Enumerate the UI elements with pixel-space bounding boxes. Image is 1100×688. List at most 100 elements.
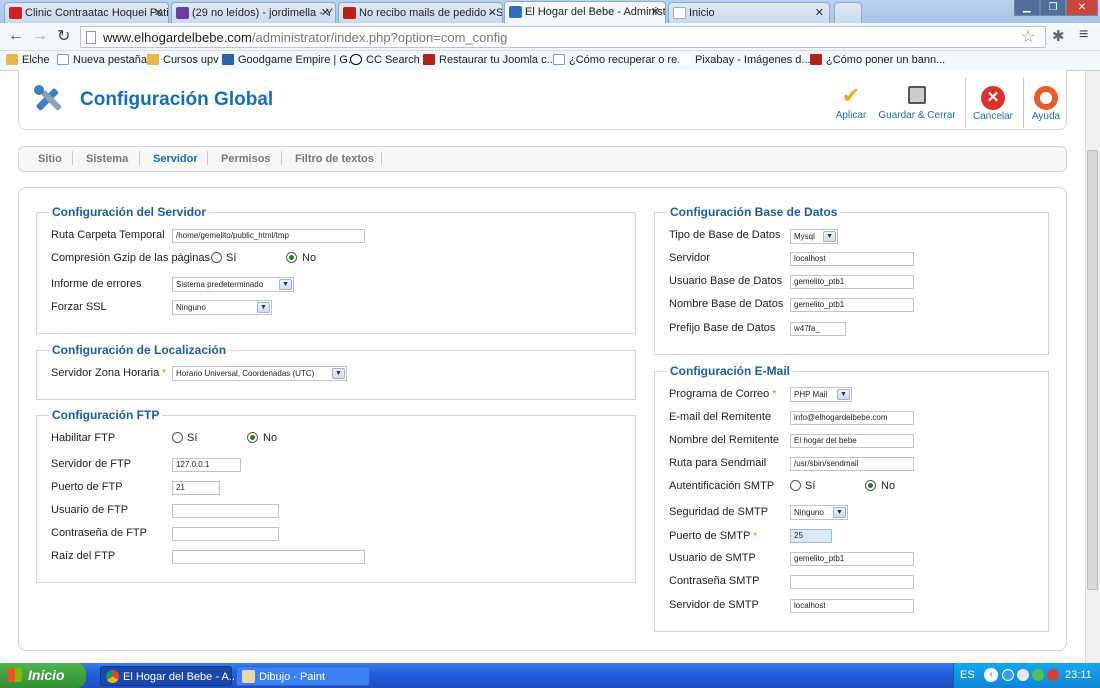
mail-from-label: E-mail del Remitente — [669, 411, 772, 423]
smtp-auth-label: Autentificación SMTP — [669, 480, 775, 492]
network-icon[interactable] — [1002, 669, 1014, 681]
ftp-legend: Configuración FTP — [52, 408, 160, 422]
db-type-select[interactable]: Mysql ▼ — [790, 229, 838, 244]
chevron-left-icon[interactable]: ‹ — [984, 668, 998, 682]
bookmark-item[interactable]: Elche — [6, 54, 50, 66]
tab-separator — [381, 151, 382, 165]
smtp-auth-yes-radio[interactable] — [790, 480, 801, 491]
ftp-port-label: Puerto de FTP — [51, 481, 123, 493]
address-bar[interactable]: www.elhogardelbebe.com/administrator/ind… — [80, 26, 1046, 48]
smtp-auth-no-radio[interactable] — [865, 480, 876, 491]
smtp-host-input[interactable]: localhost — [790, 599, 914, 613]
chevron-down-icon: ▼ — [257, 302, 270, 313]
tab-title: Inicio — [689, 7, 715, 19]
timezone-select[interactable]: Horario Universal, Coordenadas (UTC) ▼ — [172, 366, 347, 381]
smtp-user-label: Usuario de SMTP — [669, 552, 756, 564]
ftp-root-label: Raíz del FTP — [51, 550, 116, 562]
browser-tab-active[interactable]: El Hogar del Bebe - Administr ✕ — [504, 1, 666, 23]
browser-tab[interactable]: Clinic Contraatac Hoquei Pati ✕ — [4, 2, 169, 23]
gzip-no-radio[interactable] — [286, 252, 297, 263]
smtp-port-input[interactable]: 25 — [790, 529, 832, 543]
ftp-root-input[interactable] — [172, 550, 365, 564]
ftp-no-radio[interactable] — [247, 432, 258, 443]
ftp-host-label: Servidor de FTP — [51, 458, 132, 470]
tab-sistema[interactable]: Sistema — [86, 153, 128, 165]
browser-tab[interactable]: (29 no leídos) - jordimella - Y ✕ — [171, 2, 336, 23]
apply-button[interactable]: ✔ Aplicar — [832, 85, 870, 122]
smtp-user-input[interactable]: gemelito_ptb1 — [790, 552, 914, 566]
close-icon[interactable]: ✕ — [651, 5, 660, 18]
temp-path-label: Ruta Carpeta Temporal — [51, 229, 165, 241]
tab-sitio[interactable]: Sitio — [38, 153, 62, 165]
browser-tab[interactable]: No recibo mails de pedido - S ✕ — [338, 2, 503, 23]
bookmark-item[interactable]: Cursos upv — [147, 54, 219, 66]
ftp-user-input[interactable] — [172, 504, 279, 518]
px-icon — [679, 54, 691, 65]
db-user-input[interactable]: gemelito_ptb1 — [790, 275, 914, 289]
help-button[interactable]: Ayuda — [1030, 86, 1062, 122]
smtp-pass-label: Contraseña SMTP — [669, 575, 760, 587]
reload-icon[interactable]: ↻ — [57, 26, 70, 46]
ftp-yes-radio[interactable] — [172, 432, 183, 443]
smtp-pass-input[interactable] — [790, 575, 914, 589]
bookmark-item[interactable]: CC Search — [350, 54, 420, 66]
db-prefix-input[interactable]: w47fa_ — [790, 322, 846, 336]
menu-icon[interactable]: ≡ — [1079, 26, 1088, 44]
bookmark-item[interactable]: Nueva pestaña — [57, 54, 147, 66]
ftp-no-label: No — [263, 432, 278, 444]
ftp-port-input[interactable]: 21 — [172, 481, 220, 495]
tab-filtro-textos[interactable]: Filtro de textos — [295, 153, 374, 165]
taskbar-item-browser[interactable]: El Hogar del Bebe - A... — [100, 666, 238, 686]
error-report-select[interactable]: Sistema predeterminado ▼ — [172, 277, 294, 292]
mail-from-input[interactable]: info@elhogardelbebe.com — [790, 411, 914, 425]
window-close-button[interactable]: ✕ — [1066, 0, 1098, 16]
mailer-select[interactable]: PHP Mail ▼ — [790, 387, 852, 402]
db-user-label: Usuario Base de Datos — [669, 275, 783, 287]
sendmail-path-input[interactable]: /usr/sbin/sendmail — [790, 457, 914, 471]
joomla-icon — [509, 6, 522, 18]
scrollbar-thumb[interactable] — [1087, 150, 1098, 590]
close-icon[interactable]: ✕ — [815, 6, 824, 19]
close-icon[interactable]: ✕ — [488, 6, 497, 19]
close-icon[interactable]: ✕ — [321, 6, 330, 19]
ftp-pass-input[interactable] — [172, 527, 279, 541]
browser-tab-bar: Clinic Contraatac Hoquei Pati ✕ (29 no l… — [0, 0, 1100, 23]
cancel-button[interactable]: ✕ Cancelar — [972, 86, 1014, 122]
start-button[interactable]: Inicio — [0, 663, 86, 688]
lifebuoy-icon — [1034, 86, 1058, 110]
minimize-button[interactable]: ▁ — [1014, 0, 1040, 16]
security-icon[interactable] — [1032, 669, 1044, 681]
close-icon[interactable]: ✕ — [154, 6, 163, 19]
maximize-button[interactable]: ❐ — [1040, 0, 1066, 16]
bookmark-item[interactable]: ¿Cómo recuperar o re... — [553, 54, 686, 66]
tab-permisos[interactable]: Permisos — [221, 153, 271, 165]
save-close-button[interactable]: Guardar & Cerrar — [878, 86, 956, 121]
language-indicator[interactable]: ES — [960, 669, 975, 681]
temp-path-input[interactable]: /home/gemelito/public_html/tmp — [172, 229, 365, 243]
bookmark-item[interactable]: Pixabay - Imágenes d... — [679, 54, 811, 66]
force-ssl-select[interactable]: Ninguno ▼ — [172, 300, 272, 315]
bookmark-item[interactable]: Goodgame Empire | G... — [222, 54, 357, 66]
back-arrow-icon[interactable]: ← — [8, 27, 24, 45]
taskbar-item-paint[interactable]: Dibujo - Paint — [236, 666, 370, 686]
alert-icon[interactable] — [1047, 669, 1059, 681]
cc-icon — [350, 54, 362, 65]
smtp-security-select[interactable]: Ninguno ▼ — [790, 505, 848, 520]
tab-servidor[interactable]: Servidor — [153, 153, 198, 165]
extension-icon[interactable]: ✱ — [1052, 27, 1065, 45]
clock[interactable]: 23:11 — [1065, 669, 1092, 681]
mail-legend: Configuración E-Mail — [670, 364, 790, 378]
ftp-enable-label: Habilitar FTP — [51, 432, 116, 444]
db-host-input[interactable]: localhost — [790, 252, 914, 266]
bookmark-star-icon[interactable]: ☆ — [1021, 27, 1035, 47]
bookmark-item[interactable]: ¿Cómo poner un bann... — [810, 54, 945, 66]
db-name-input[interactable]: gemelito_ptb1 — [790, 298, 914, 312]
forward-arrow-icon[interactable]: → — [32, 27, 48, 45]
volume-icon[interactable] — [1017, 669, 1029, 681]
gzip-yes-radio[interactable] — [211, 252, 222, 263]
from-name-input[interactable]: El hogar del bebe — [790, 434, 914, 448]
bookmark-item[interactable]: Restaurar tu Joomla c... — [423, 54, 556, 66]
new-tab-button[interactable] — [834, 2, 862, 23]
browser-tab[interactable]: Inicio ✕ — [668, 2, 830, 23]
ftp-host-input[interactable]: 127.0.0.1 — [172, 458, 241, 472]
